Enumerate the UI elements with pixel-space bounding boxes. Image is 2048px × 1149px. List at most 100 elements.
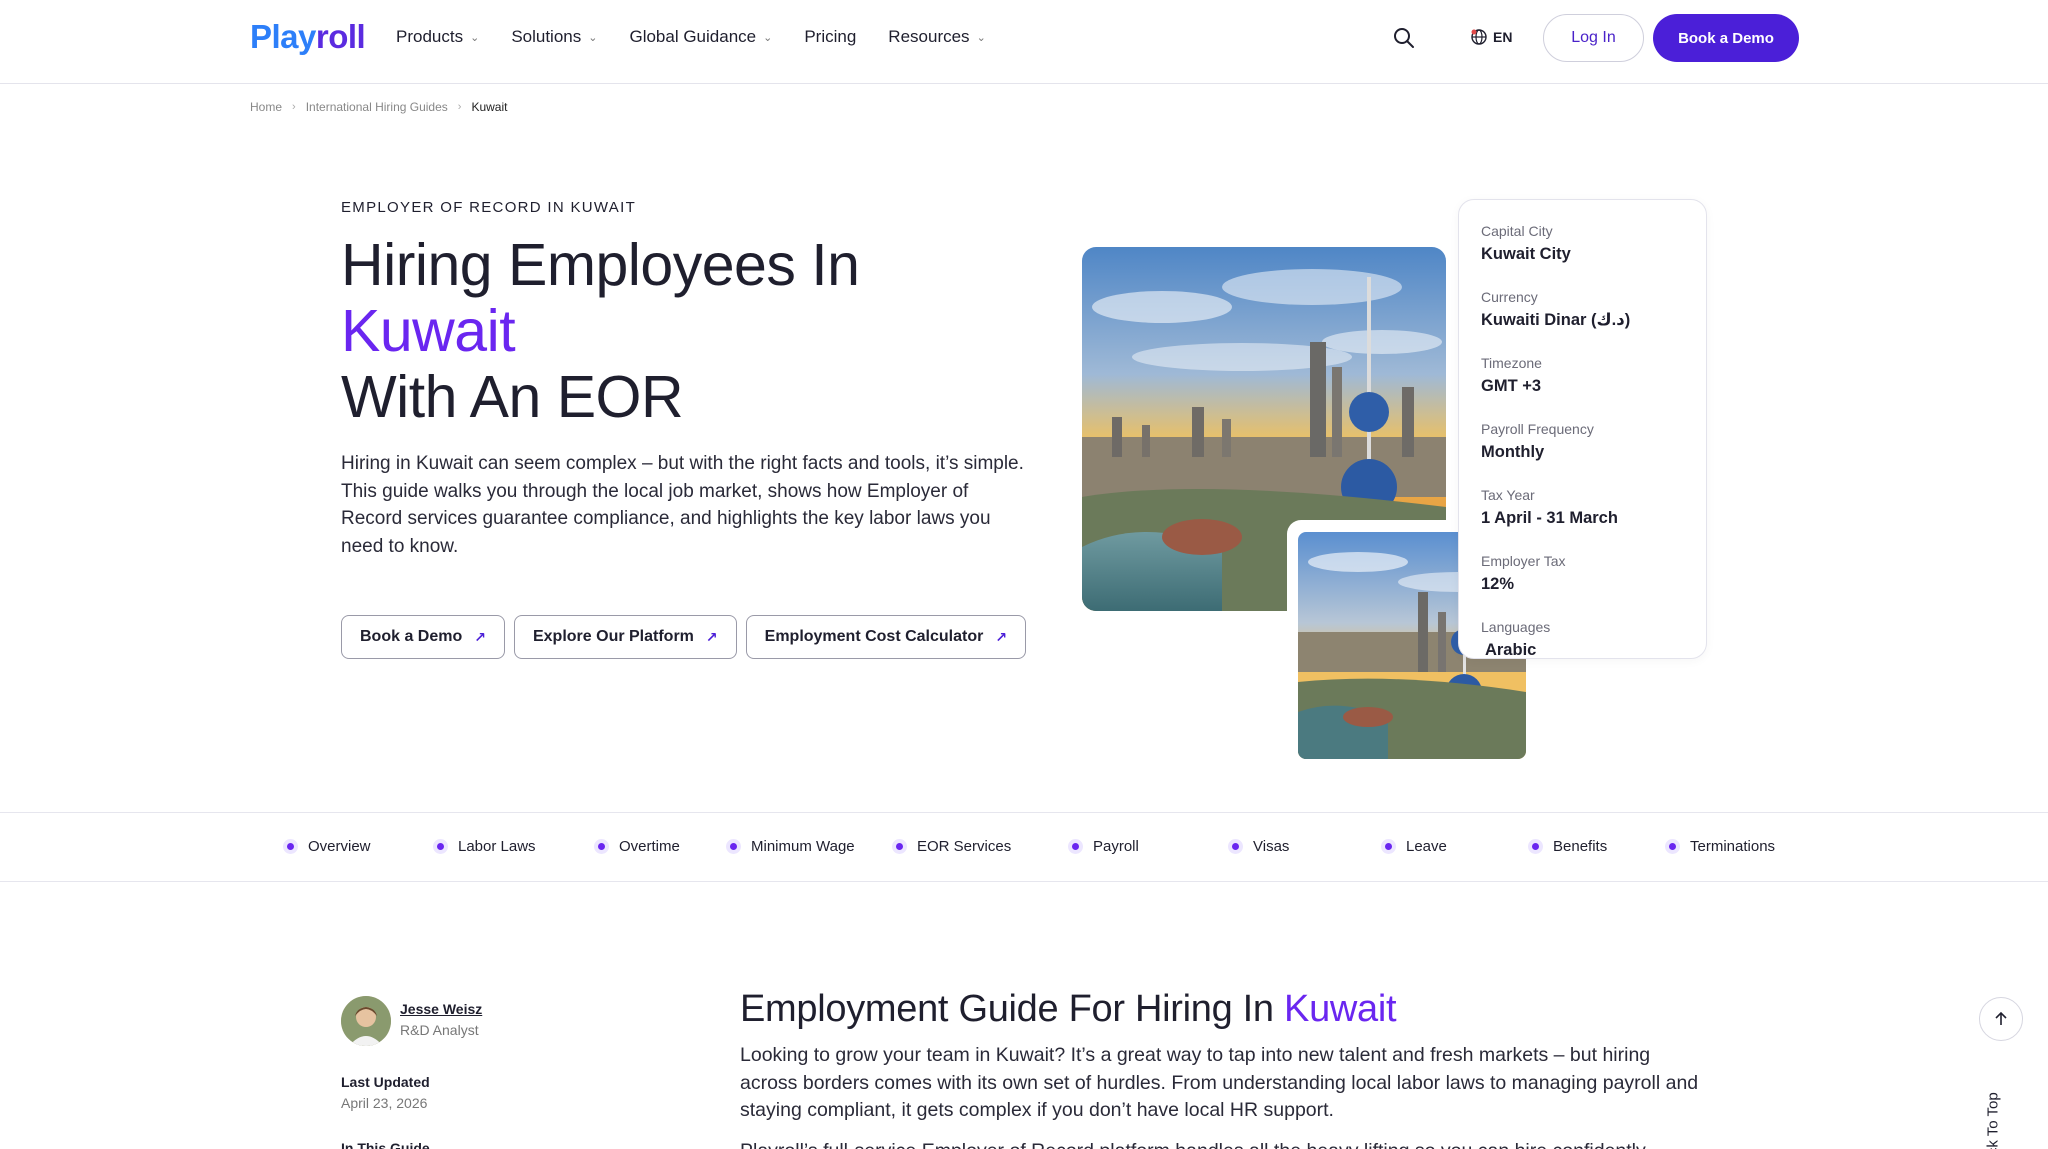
tab-label: Benefits: [1553, 838, 1608, 855]
heart-icon: [1528, 839, 1543, 854]
tab-label: Labor Laws: [458, 838, 536, 855]
avatar: [341, 996, 391, 1046]
info-value: 1 April - 31 March: [1481, 509, 1618, 527]
tab-overtime[interactable]: Overtime: [594, 838, 680, 855]
guide-section-tabs: Overview Labor Laws Overtime Minimum Wag…: [0, 812, 2048, 882]
author-name-link[interactable]: Jesse Weisz: [400, 1001, 482, 1017]
guide-title-accent: Kuwait: [1284, 988, 1397, 1030]
info-employer-tax: Employer Tax 12%: [1481, 552, 1684, 596]
info-value: Kuwait City: [1481, 245, 1571, 263]
logo-text-play: Play: [250, 18, 316, 55]
info-label: Languages: [1481, 619, 1551, 635]
back-to-top-label[interactable]: Back To Top: [1985, 1044, 2002, 1149]
info-tax-year: Tax Year 1 April - 31 March: [1481, 486, 1684, 530]
tab-labor-laws[interactable]: Labor Laws: [433, 838, 536, 855]
hero-title-line1: Hiring Employees In: [341, 232, 860, 298]
hero-book-demo-button[interactable]: Book a Demo ↗: [341, 615, 505, 659]
hero-buttons: Book a Demo ↗ Explore Our Platform ↗ Emplo…: [341, 615, 1027, 659]
breadcrumb-hiring-guides[interactable]: International Hiring Guides: [306, 100, 448, 114]
info-value: Monthly: [1481, 443, 1545, 461]
explore-platform-button[interactable]: Explore Our Platform ↗: [513, 615, 737, 659]
chevron-right-icon: ›: [457, 101, 462, 113]
chevron-down-icon: ⌄: [470, 31, 480, 44]
hero-description: Hiring in Kuwait can seem complex – but …: [341, 453, 1024, 557]
nav-label: Global Guidance: [629, 27, 757, 46]
breadcrumb-current: Kuwait: [471, 100, 508, 114]
tab-minimum-wage[interactable]: Minimum Wage: [726, 838, 855, 855]
nav-label: Products: [396, 27, 464, 46]
info-capital: Capital City Kuwait City: [1481, 222, 1684, 266]
tab-label: Terminations: [1690, 838, 1776, 855]
button-label: Book a Demo: [360, 628, 463, 645]
info-label: Timezone: [1481, 355, 1542, 371]
language-code: EN: [1493, 29, 1513, 45]
nav-pricing[interactable]: Pricing: [804, 27, 856, 47]
scale-icon: [433, 839, 448, 854]
info-timezone: Timezone GMT +3: [1481, 354, 1684, 398]
nav-products[interactable]: Products ⌄: [396, 27, 479, 47]
tab-terminations[interactable]: Terminations: [1665, 838, 1775, 855]
arrow-up-right-icon: ↗: [705, 628, 718, 645]
last-updated-date: April 23, 2026: [341, 1095, 428, 1111]
last-updated-label: Last Updated: [341, 1074, 430, 1090]
passport-icon: [1228, 839, 1243, 854]
nav-solutions[interactable]: Solutions ⌄: [511, 27, 597, 47]
nav-label: Pricing: [804, 27, 857, 46]
hero-title-accent: Kuwait: [341, 298, 516, 364]
tab-overview[interactable]: Overview: [283, 838, 371, 855]
hero-title-line3: With An EOR: [341, 364, 684, 430]
info-payroll-frequency: Payroll Frequency Monthly: [1481, 420, 1684, 464]
country-info-card: Capital City Kuwait City Currency Kuwaiti …: [1458, 199, 1707, 659]
clock-icon: [594, 839, 609, 854]
search-icon[interactable]: [1392, 26, 1416, 50]
chevron-down-icon: ⌄: [976, 31, 986, 44]
chevron-down-icon: ⌄: [588, 31, 598, 44]
tab-payroll[interactable]: Payroll: [1068, 838, 1139, 855]
back-to-top-button[interactable]: [1979, 997, 2023, 1041]
tab-leave[interactable]: Leave: [1381, 838, 1447, 855]
button-label: Employment Cost Calculator: [764, 628, 984, 645]
tab-label: Overtime: [619, 838, 680, 855]
hero-eyebrow: EMPLOYER OF RECORD IN KUWAIT: [341, 199, 637, 216]
tab-label: Minimum Wage: [751, 838, 855, 855]
nav-resources[interactable]: Resources ⌄: [888, 27, 985, 47]
calendar-x-icon: [1665, 839, 1680, 854]
chevron-right-icon: ›: [292, 101, 296, 113]
in-this-guide-heading: In This Guide: [341, 1140, 430, 1149]
info-languages: Languages Arabic: [1481, 618, 1684, 662]
guide-second-paragraph: Playroll’s full-service Employer of Reco…: [740, 1138, 1710, 1149]
tab-eor-services[interactable]: EOR Services: [892, 838, 1011, 855]
tab-label: Payroll: [1093, 838, 1139, 855]
breadcrumb: Home › International Hiring Guides › Kuw…: [250, 100, 507, 114]
location-pin-icon: [892, 839, 907, 854]
login-button[interactable]: Log In: [1543, 14, 1644, 62]
globe-icon: [1471, 29, 1487, 45]
info-label: Payroll Frequency: [1481, 421, 1594, 437]
info-value: GMT +3: [1481, 377, 1542, 395]
language-selector[interactable]: EN: [1470, 28, 1512, 46]
site-header: Playroll Products ⌄ Solutions ⌄ Global Gui…: [0, 0, 2048, 84]
tab-visas[interactable]: Visas: [1228, 838, 1289, 855]
info-value: Arabic: [1481, 641, 1537, 659]
chevron-down-icon: ⌄: [763, 31, 773, 44]
breadcrumb-home[interactable]: Home: [250, 100, 282, 114]
info-currency: Currency Kuwaiti Dinar (د.ك): [1481, 288, 1684, 332]
tab-label: EOR Services: [917, 838, 1012, 855]
layers-icon: [283, 839, 298, 854]
arrow-up-right-icon: ↗: [995, 628, 1008, 645]
guide-title-prefix: Employment Guide For Hiring In: [740, 988, 1285, 1030]
arrow-up-icon: [1995, 1011, 2007, 1025]
info-value: Kuwaiti Dinar (د.ك): [1481, 311, 1631, 329]
info-label: Tax Year: [1481, 487, 1535, 503]
playroll-logo[interactable]: Playroll: [250, 18, 366, 56]
dollar-icon: [1068, 839, 1083, 854]
tab-benefits[interactable]: Benefits: [1528, 838, 1607, 855]
nav-label: Solutions: [511, 27, 582, 46]
hero-title: Hiring Employees In Kuwait With An EOR: [341, 232, 860, 430]
nav-global-guidance[interactable]: Global Guidance ⌄: [629, 27, 772, 47]
guide-title: Employment Guide For Hiring In Kuwait: [740, 988, 1397, 1031]
book-demo-button[interactable]: Book a Demo: [1653, 14, 1799, 62]
cost-calculator-button[interactable]: Employment Cost Calculator ↗: [745, 615, 1027, 659]
tab-label: Visas: [1253, 838, 1290, 855]
nav-label: Resources: [888, 27, 970, 46]
